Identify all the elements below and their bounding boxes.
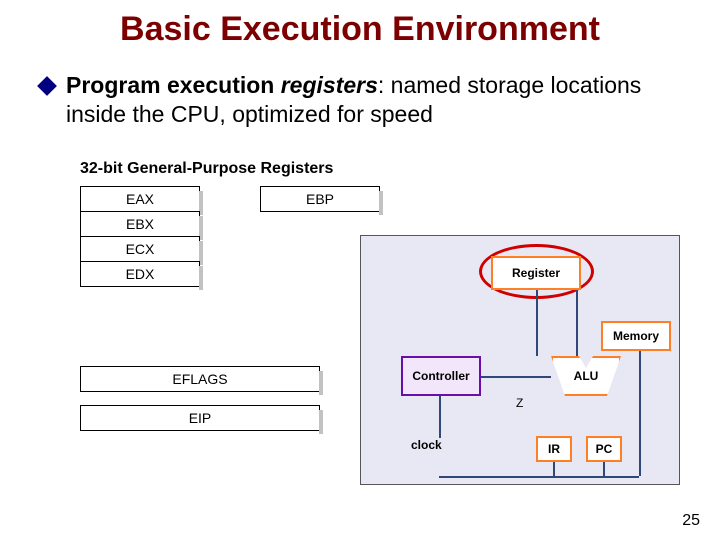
- reg-edx: EDX: [80, 261, 200, 287]
- wire: [536, 290, 538, 356]
- cpu-clock-label: clock: [411, 438, 442, 452]
- cpu-diagram: Register Memory Controller ALU IR PC clo…: [360, 235, 680, 485]
- cpu-alu-block: ALU: [551, 356, 621, 396]
- reg-ecx: ECX: [80, 236, 200, 262]
- cpu-controller-block: Controller: [401, 356, 481, 396]
- slide-title: Basic Execution Environment: [0, 0, 720, 49]
- wire: [576, 290, 578, 356]
- wire: [439, 396, 441, 438]
- cpu-pc-block: PC: [586, 436, 622, 462]
- bullet-strong: Program execution: [66, 72, 281, 98]
- wire: [639, 351, 641, 476]
- cpu-z-label: Z: [516, 396, 523, 410]
- cpu-register-block: Register: [491, 256, 581, 290]
- bullet-text: Program execution registers: named stora…: [66, 71, 680, 129]
- reg-ebp: EBP: [260, 186, 380, 212]
- wire: [439, 476, 639, 478]
- bullet-emph: registers: [281, 72, 378, 98]
- cpu-memory-block: Memory: [601, 321, 671, 351]
- figure-heading: 32-bit General-Purpose Registers: [80, 160, 640, 178]
- wire: [603, 462, 605, 476]
- reg-eip: EIP: [80, 405, 320, 431]
- reg-eflags: EFLAGS: [80, 366, 320, 392]
- cpu-ir-block: IR: [536, 436, 572, 462]
- reg-ebx: EBX: [80, 211, 200, 237]
- bullet-item: Program execution registers: named stora…: [40, 71, 680, 129]
- wire: [553, 462, 555, 476]
- diamond-bullet-icon: [37, 76, 57, 96]
- reg-eax: EAX: [80, 186, 200, 212]
- page-number: 25: [682, 512, 700, 530]
- wire: [481, 376, 551, 378]
